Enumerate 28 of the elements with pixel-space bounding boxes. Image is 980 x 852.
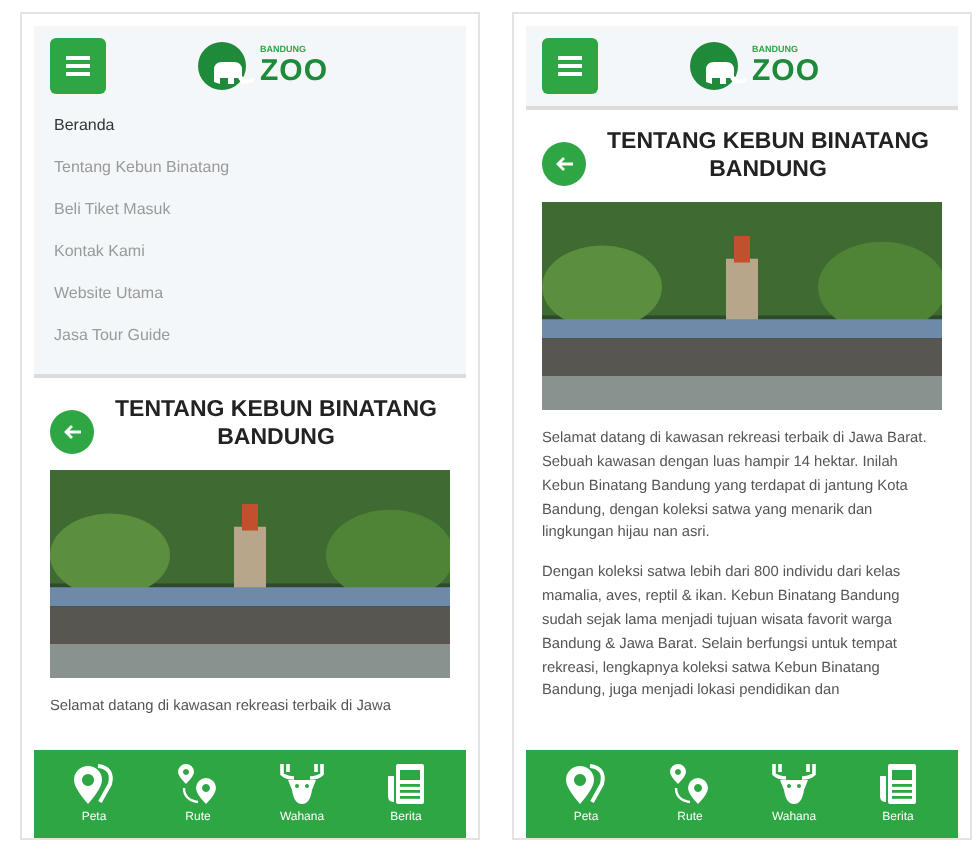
deer-head-icon: [770, 762, 818, 806]
map-pins-icon: [564, 762, 608, 806]
logo-title: ZOO: [752, 55, 820, 86]
elephant-logo-icon: [198, 42, 258, 90]
menu-icon: [558, 56, 582, 76]
back-arrow-icon: [555, 156, 573, 172]
menu-button[interactable]: [50, 38, 106, 94]
deer-head-icon: [278, 762, 326, 806]
newspaper-icon: [386, 762, 426, 806]
menu-link[interactable]: Beranda: [54, 106, 446, 148]
back-arrow-icon: [63, 424, 81, 440]
menu-link[interactable]: Tentang Kebun Binatang: [54, 148, 446, 190]
menu-icon: [66, 56, 90, 76]
elephant-logo-icon: [690, 42, 750, 90]
menu-button[interactable]: [542, 38, 598, 94]
menu-link[interactable]: Jasa Tour Guide: [54, 316, 446, 358]
back-button[interactable]: [50, 410, 94, 454]
menu-link[interactable]: Kontak Kami: [54, 232, 446, 274]
page-title: TENTANG KEBUN BINATANG BANDUNG: [605, 127, 931, 185]
route-pins-icon: [668, 762, 712, 806]
newspaper-icon: [878, 762, 918, 806]
page-title: TENTANG KEBUN BINATANG BANDUNG: [113, 395, 439, 453]
logo-title: ZOO: [260, 55, 328, 86]
menu-link[interactable]: Website Utama: [54, 274, 446, 316]
menu-link[interactable]: Beli Tiket Masuk: [54, 190, 446, 232]
route-pins-icon: [176, 762, 220, 806]
map-pins-icon: [72, 762, 116, 806]
back-button[interactable]: [542, 142, 586, 186]
